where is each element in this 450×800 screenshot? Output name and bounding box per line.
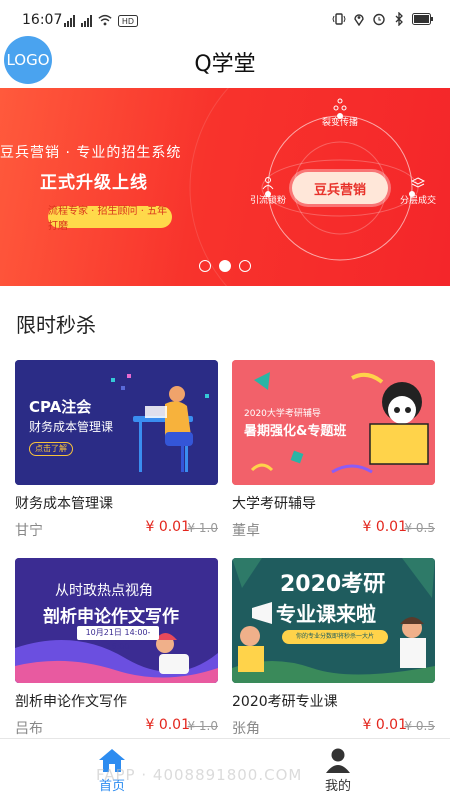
course-price: ¥ 0.01 — [145, 717, 190, 733]
thumb-line1: 2020大学考研辅导 — [244, 409, 321, 419]
banner-node-right-label: 分层成交 — [399, 196, 436, 206]
layers-icon — [411, 177, 425, 188]
tab-mine[interactable]: 我的 — [298, 747, 378, 794]
battery-icon — [412, 13, 433, 25]
thumb-date: 10月21日 14:00-16:00 — [77, 626, 159, 651]
carousel-dot[interactable] — [199, 260, 211, 272]
status-bar: 16:07 HD — [0, 0, 450, 40]
course-teacher: 张角 — [232, 721, 260, 737]
thumb-line2: 专业课来啦 — [276, 602, 376, 626]
status-right-icons — [332, 12, 434, 26]
thumb-line1: 2020考研 — [280, 572, 386, 597]
course-thumbnail[interactable]: 2020考研 专业课来啦 你的专业分数即将秒杀一大片 — [232, 558, 435, 683]
thumb-line1: 从时政热点视角 — [55, 583, 153, 599]
banner-node-top: 裂变传播 — [316, 98, 364, 128]
thumb-line2: 财务成本管理课 — [29, 420, 114, 434]
section-title-flash-sale: 限时秒杀 — [16, 313, 96, 337]
hd-icon: HD — [118, 15, 138, 27]
course-teacher: 甘宁 — [15, 523, 43, 539]
course-price: ¥ 0.01 — [362, 717, 407, 733]
course-thumbnail[interactable]: CPA注会 财务成本管理课 点击了解 — [15, 360, 218, 485]
banner-carousel[interactable]: 豆兵营销 · 专业的招生系统 正式升级上线 流程专家 · 招生顾问 · 五年打磨… — [0, 88, 450, 286]
vibrate-icon — [332, 13, 346, 25]
course-title: 财务成本管理课 — [15, 496, 113, 512]
course-card[interactable]: CPA注会 财务成本管理课 点击了解 财务成本管理课 甘宁 ¥ 0.01 ¥ 1… — [15, 360, 218, 539]
share-icon — [333, 98, 347, 111]
alarm-icon — [373, 13, 385, 26]
bluetooth-icon — [395, 12, 403, 26]
signal-icon — [81, 15, 92, 27]
course-original-price: ¥ 0.5 — [404, 521, 435, 535]
course-thumbnail[interactable]: 从时政热点视角 剖析申论作文写作 10月21日 14:00-16:00 — [15, 558, 218, 683]
course-original-price: ¥ 1.0 — [187, 521, 218, 535]
course-thumbnail[interactable]: 2020大学考研辅导 暑期强化&专题班 — [232, 360, 435, 485]
course-price: ¥ 0.01 — [145, 519, 190, 535]
carousel-dot[interactable] — [239, 260, 251, 272]
tab-mine-label: 我的 — [324, 779, 351, 794]
course-title: 大学考研辅导 — [232, 496, 316, 512]
status-left-icons: HD — [64, 13, 138, 27]
course-card[interactable]: 2020大学考研辅导 暑期强化&专题班 大学考研辅导 董卓 ¥ 0.01 ¥ 0… — [232, 360, 435, 539]
banner-subheadline: 正式升级上线 — [40, 173, 148, 193]
course-title: 剖析申论作文写作 — [15, 694, 127, 710]
banner-headline: 豆兵营销 · 专业的招生系统 — [0, 145, 182, 161]
course-original-price: ¥ 1.0 — [187, 719, 218, 733]
thumb-line2: 暑期强化&专题班 — [244, 424, 347, 439]
user-icon — [326, 748, 350, 773]
carousel-dot-active[interactable] — [219, 260, 231, 272]
thumb-line2: 剖析申论作文写作 — [43, 607, 179, 627]
thumb-tagline: 你的专业分数即将秒杀一大片 — [282, 630, 388, 644]
svg-text:HD: HD — [122, 17, 134, 26]
course-title: 2020考研专业课 — [232, 694, 338, 710]
banner-pill: 流程专家 · 招生顾问 · 五年打磨 — [48, 206, 172, 232]
banner-node-left: 引流锁粉 — [244, 176, 292, 206]
course-card[interactable]: 从时政热点视角 剖析申论作文写作 10月21日 14:00-16:00 剖析申论… — [15, 558, 218, 737]
course-teacher: 吕布 — [15, 721, 43, 737]
users-icon — [262, 177, 274, 190]
watermark: FAPP · 4008891800.COM — [96, 766, 303, 784]
app-screen: 16:07 HD LOGO Q学堂 豆兵营销 · 专业的招生系统 正式升级上线 … — [0, 0, 450, 800]
wifi-icon — [98, 14, 112, 26]
banner-center-badge: 豆兵营销 — [292, 172, 388, 204]
banner-node-left-label: 引流锁粉 — [249, 196, 286, 206]
course-card[interactable]: 2020考研 专业课来啦 你的专业分数即将秒杀一大片 2020考研专业课 张角 … — [232, 558, 435, 737]
course-original-price: ¥ 0.5 — [404, 719, 435, 733]
thumb-button: 点击了解 — [29, 442, 73, 456]
location-icon — [354, 14, 364, 26]
status-time: 16:07 — [22, 12, 63, 28]
banner-node-right: 分层成交 — [394, 176, 442, 206]
thumb-line1: CPA注会 — [29, 398, 92, 416]
course-price: ¥ 0.01 — [362, 519, 407, 535]
page-title: Q学堂 — [194, 52, 256, 77]
banner-node-top-label: 裂变传播 — [321, 118, 358, 128]
carousel-indicators — [0, 260, 450, 272]
course-teacher: 董卓 — [232, 523, 260, 539]
signal-icon — [64, 15, 75, 27]
